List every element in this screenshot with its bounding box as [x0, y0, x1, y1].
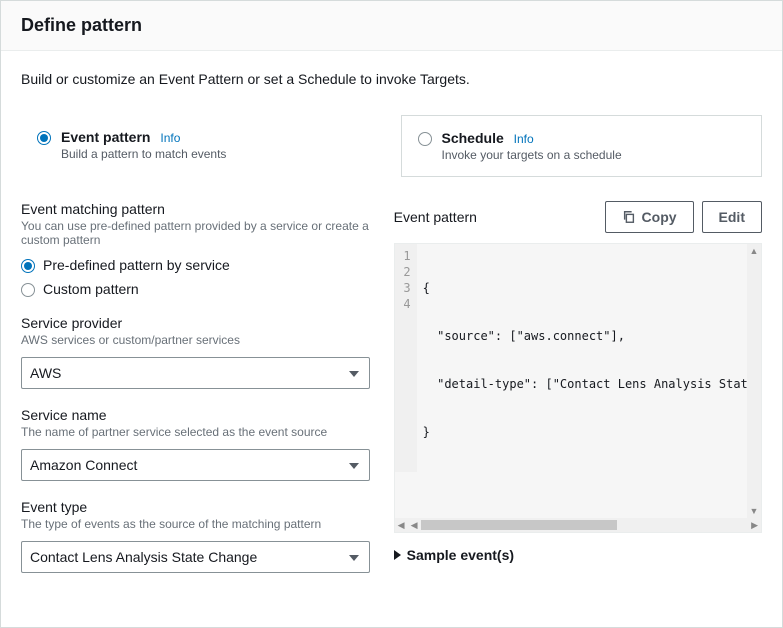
vertical-scrollbar[interactable]: ▲ ▼ — [747, 244, 761, 518]
select-value: AWS — [30, 365, 61, 381]
mode-schedule[interactable]: Schedule Info Invoke your targets on a s… — [401, 115, 763, 177]
pattern-panel-title: Event pattern — [394, 209, 477, 225]
service-select[interactable]: Amazon Connect — [21, 449, 370, 481]
intro-text: Build or customize an Event Pattern or s… — [21, 71, 762, 87]
provider-select[interactable]: AWS — [21, 357, 370, 389]
button-label: Edit — [719, 209, 745, 225]
mode-desc: Invoke your targets on a schedule — [442, 148, 622, 162]
button-label: Copy — [642, 209, 677, 225]
radio-icon — [418, 132, 432, 146]
radio-icon — [37, 131, 51, 145]
provider-desc: AWS services or custom/partner services — [21, 333, 370, 347]
page-title: Define pattern — [21, 15, 762, 36]
sample-label: Sample event(s) — [407, 547, 514, 563]
code-content: { "source": ["aws.connect"], "detail-typ… — [417, 244, 761, 472]
copy-icon — [622, 210, 636, 224]
mode-event-pattern[interactable]: Event pattern Info Build a pattern to ma… — [21, 115, 381, 177]
radio-label: Custom pattern — [43, 281, 139, 297]
service-desc: The name of partner service selected as … — [21, 425, 370, 439]
scroll-thumb[interactable] — [421, 520, 618, 530]
radio-label: Pre-defined pattern by service — [43, 257, 230, 273]
line-gutter: 1 2 3 4 — [395, 244, 417, 472]
chevron-down-icon — [349, 555, 359, 561]
scroll-right-icon: ▶ — [748, 520, 761, 531]
event-type-select[interactable]: Contact Lens Analysis State Change — [21, 541, 370, 573]
radio-predefined[interactable]: Pre-defined pattern by service — [21, 257, 370, 273]
radio-icon — [21, 283, 35, 297]
scroll-up-icon: ▲ — [750, 246, 759, 256]
radio-icon — [21, 259, 35, 273]
radio-custom[interactable]: Custom pattern — [21, 281, 370, 297]
select-value: Amazon Connect — [30, 457, 137, 473]
event-type-desc: The type of events as the source of the … — [21, 517, 370, 531]
chevron-down-icon — [349, 463, 359, 469]
mode-title: Schedule — [442, 130, 504, 146]
event-type-title: Event type — [21, 499, 370, 515]
scroll-left-icon: ◀ — [395, 520, 408, 531]
matching-title: Event matching pattern — [21, 201, 370, 217]
service-title: Service name — [21, 407, 370, 423]
edit-button[interactable]: Edit — [702, 201, 762, 233]
caret-right-icon — [394, 550, 401, 560]
mode-title: Event pattern — [61, 129, 150, 145]
mode-desc: Build a pattern to match events — [61, 147, 226, 161]
info-link[interactable]: Info — [514, 132, 534, 146]
provider-title: Service provider — [21, 315, 370, 331]
sample-events-toggle[interactable]: Sample event(s) — [394, 547, 762, 563]
copy-button[interactable]: Copy — [605, 201, 694, 233]
matching-desc: You can use pre-defined pattern provided… — [21, 219, 370, 247]
scroll-down-icon: ▼ — [750, 506, 759, 516]
select-value: Contact Lens Analysis State Change — [30, 549, 257, 565]
info-link[interactable]: Info — [160, 131, 180, 145]
chevron-down-icon — [349, 371, 359, 377]
scroll-left-icon: ◀ — [408, 520, 421, 531]
horizontal-scrollbar[interactable]: ◀ ◀ ▶ — [395, 518, 761, 532]
panel-header: Define pattern — [1, 1, 782, 51]
code-editor[interactable]: 1 2 3 4 { "source": ["aws.connect"], "de… — [394, 243, 762, 533]
